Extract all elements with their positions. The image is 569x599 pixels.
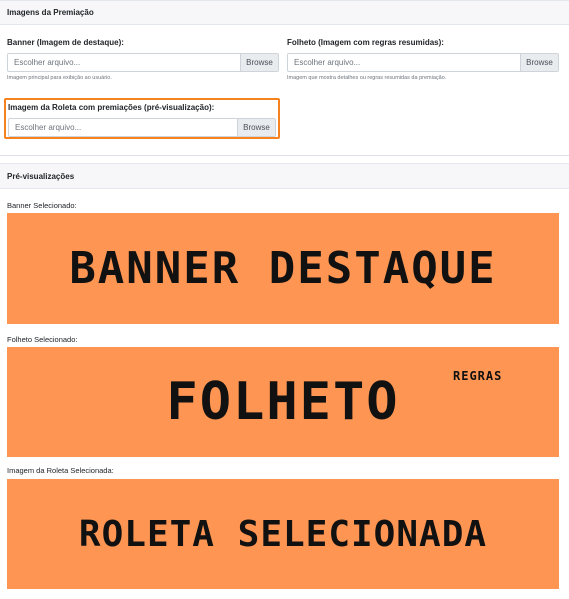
folheto-file-placeholder[interactable]: Escolher arquivo... [288,54,520,71]
banner-help-text: Imagem principal para exibição ao usuári… [7,75,112,81]
folheto-preview-text: Folheto [166,372,400,432]
section-divider [0,155,569,156]
roleta-preview-image: Roleta selecionada [7,479,559,589]
section-header-previews: Pré-visualizações [0,163,569,189]
section-title-images: Imagens da Premiação [7,8,94,17]
roleta-preview-label: Imagem da Roleta Selecionada: [7,466,114,475]
banner-file-input[interactable]: Escolher arquivo... Browse [7,53,279,72]
roleta-file-input[interactable]: Escolher arquivo... Browse [8,118,276,137]
section-header-images: Imagens da Premiação [0,0,569,25]
banner-preview-text: Banner destaque [69,243,497,294]
folheto-preview-image: Folheto REGRAS [7,347,559,457]
folheto-preview-label: Folheto Selecionado: [7,335,78,344]
folheto-field-label: Folheto (Imagem com regras resumidas): [287,38,444,47]
folheto-file-input[interactable]: Escolher arquivo... Browse [287,53,559,72]
roleta-file-placeholder[interactable]: Escolher arquivo... [9,119,237,136]
banner-preview-label: Banner Selecionado: [7,201,77,210]
banner-file-placeholder[interactable]: Escolher arquivo... [8,54,240,71]
folheto-help-text: Imagem que mostra detalhes ou regras res… [287,75,447,81]
folheto-preview-subtext: REGRAS [453,369,503,383]
roleta-preview-text: Roleta selecionada [78,513,488,555]
folheto-browse-button[interactable]: Browse [520,54,558,71]
roleta-browse-button[interactable]: Browse [237,119,275,136]
section-title-previews: Pré-visualizações [7,171,75,181]
roleta-field-label: Imagem da Roleta com premiações (pré-vis… [8,103,215,112]
banner-field-label: Banner (Imagem de destaque): [7,38,124,47]
banner-browse-button[interactable]: Browse [240,54,278,71]
banner-preview-image: Banner destaque [7,213,559,324]
